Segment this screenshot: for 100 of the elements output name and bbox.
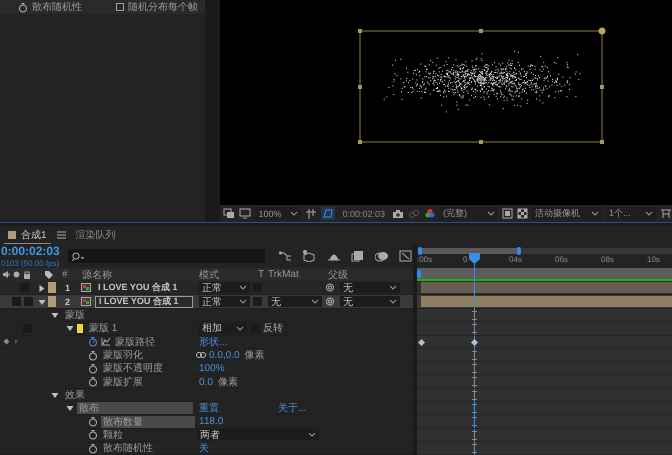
property-label[interactable]: 蒙版 — [63, 309, 87, 322]
flowchart-icon[interactable] — [279, 250, 293, 262]
search-field[interactable] — [68, 249, 265, 263]
column-header[interactable]: 父级 — [328, 268, 348, 282]
property-label[interactable]: 蒙版路径 — [113, 336, 157, 348]
mask-color-swatch[interactable] — [77, 324, 83, 333]
menu-icon[interactable] — [56, 231, 66, 239]
frame-blend-icon[interactable] — [351, 250, 365, 262]
property-label[interactable]: 蒙版不透明度 — [101, 362, 165, 374]
column-header[interactable]: T — [258, 269, 264, 280]
region-icon[interactable] — [223, 208, 236, 219]
property-value[interactable]: 100% — [199, 362, 225, 374]
stopwatch-icon[interactable] — [88, 429, 98, 440]
camera-dropdown[interactable]: 活动摄像机 — [532, 207, 602, 220]
navigator-handle[interactable] — [418, 247, 422, 255]
unit-label: 像素 — [218, 376, 238, 388]
blend-mode-dropdown[interactable]: 正常 — [199, 296, 250, 307]
label-color-swatch[interactable] — [48, 282, 56, 293]
switch-box[interactable] — [24, 297, 33, 306]
mask-mode-dropdown[interactable]: 相加 — [199, 322, 247, 334]
switch-box[interactable] — [12, 297, 21, 306]
constrain-link-icon[interactable] — [196, 352, 206, 358]
transparency-grid-icon[interactable] — [517, 208, 528, 219]
current-time[interactable]: 0:00:02:03 — [1, 244, 60, 259]
property-label[interactable]: 散布随机性 — [101, 442, 155, 454]
property-label[interactable]: 蒙版羽化 — [101, 349, 145, 362]
label-color-swatch[interactable] — [48, 296, 56, 307]
layout-icon[interactable] — [660, 208, 672, 219]
blend-mode-dropdown[interactable]: 正常 — [199, 282, 250, 293]
stopwatch-icon[interactable] — [18, 2, 28, 12]
anchor-point-icon[interactable] — [476, 74, 487, 86]
property-value[interactable]: 118.0 — [199, 416, 224, 428]
collapse-arrow-icon[interactable] — [51, 390, 59, 399]
audio-icon[interactable] — [2, 270, 11, 279]
property-label[interactable]: 散布 — [77, 402, 193, 414]
tab[interactable]: 渲染队列 — [72, 226, 120, 244]
parent-dropdown[interactable]: 无 — [340, 282, 400, 293]
work-area-start-handle[interactable] — [417, 270, 421, 278]
caret-icon — [645, 210, 653, 217]
property-value[interactable]: 形状... — [199, 336, 228, 348]
property-label[interactable]: 颗粒 — [101, 428, 125, 441]
collapse-arrow-icon[interactable] — [66, 324, 74, 332]
stopwatch-icon[interactable] — [88, 362, 98, 374]
keyframe-navigator-icon[interactable] — [3, 338, 19, 346]
collapse-arrow-icon[interactable] — [38, 298, 46, 306]
layer-number: 1 — [64, 282, 72, 294]
checkbox[interactable] — [116, 3, 124, 11]
property-dropdown[interactable]: 两者 — [197, 429, 319, 440]
stopwatch-icon[interactable] — [88, 376, 98, 388]
keyframe-icon[interactable] — [471, 336, 478, 349]
frame-icon[interactable] — [502, 208, 513, 219]
tab[interactable]: 合成1 — [4, 226, 51, 244]
zoom-dropdown[interactable]: 100% — [255, 207, 302, 220]
column-header[interactable]: # — [62, 269, 68, 280]
stopwatch-icon[interactable] — [88, 442, 98, 454]
collapse-arrow-icon[interactable] — [66, 404, 74, 412]
graph-icon[interactable] — [101, 337, 111, 346]
property-label[interactable]: 散布数量 — [101, 416, 195, 428]
caret-icon — [487, 210, 495, 217]
graph-editor-icon[interactable] — [399, 250, 413, 262]
about-link[interactable]: 关于... — [278, 401, 306, 416]
keyframe-icon[interactable] — [418, 338, 425, 346]
column-header[interactable]: 模式 — [199, 268, 219, 282]
solo-icon[interactable] — [13, 271, 20, 278]
stopwatch-icon[interactable] — [88, 350, 98, 361]
label-tag-icon[interactable] — [44, 270, 53, 279]
parent-dropdown[interactable]: 无 — [340, 296, 400, 307]
monitor-icon[interactable] — [239, 208, 252, 219]
property-value[interactable]: 0.0 — [199, 376, 213, 388]
views-dropdown[interactable]: 1个... — [606, 207, 656, 220]
navigator-handle[interactable] — [517, 247, 521, 255]
timecode[interactable]: 0:00:02:03 — [342, 208, 385, 218]
caret-icon — [308, 431, 316, 438]
mask-path-icon[interactable] — [321, 207, 336, 220]
property-label[interactable]: 蒙版 1 — [87, 322, 120, 334]
column-header[interactable]: 源名称 — [82, 268, 112, 282]
motion-blur-icon[interactable] — [375, 250, 389, 262]
track-matte-dropdown[interactable]: 无 — [268, 296, 322, 307]
resolution-dropdown[interactable]: (完整) — [440, 207, 498, 220]
unit-label: 像素 — [244, 350, 265, 362]
grid-icon[interactable] — [305, 208, 318, 220]
property-value[interactable]: 关 — [199, 443, 209, 454]
cube-icon[interactable] — [303, 250, 317, 262]
caret-icon — [290, 210, 298, 217]
expand-arrow-icon[interactable] — [38, 284, 46, 292]
reset-link[interactable]: 重置 — [199, 401, 219, 416]
property-label: 随机分布每个帧 — [128, 0, 198, 14]
stopwatch-active-icon[interactable] — [88, 336, 98, 348]
layer-name[interactable]: I LOVE YOU 合成 1 — [95, 282, 199, 294]
collapse-arrow-icon[interactable] — [51, 311, 59, 320]
property-label[interactable]: 蒙版扩展 — [101, 376, 145, 388]
property-label[interactable]: 效果 — [63, 388, 87, 401]
layer-name[interactable]: I LOVE YOU 合成 1 — [95, 296, 193, 308]
lock-icon[interactable] — [23, 270, 31, 279]
stopwatch-icon[interactable] — [88, 416, 98, 428]
camera-icon[interactable] — [392, 208, 404, 218]
property-label: 散布随机性 — [32, 0, 82, 14]
column-header[interactable]: TrkMat — [268, 269, 299, 280]
color-channels-icon[interactable] — [424, 208, 436, 219]
property-value[interactable]: 0.0,0.0 — [209, 350, 240, 362]
